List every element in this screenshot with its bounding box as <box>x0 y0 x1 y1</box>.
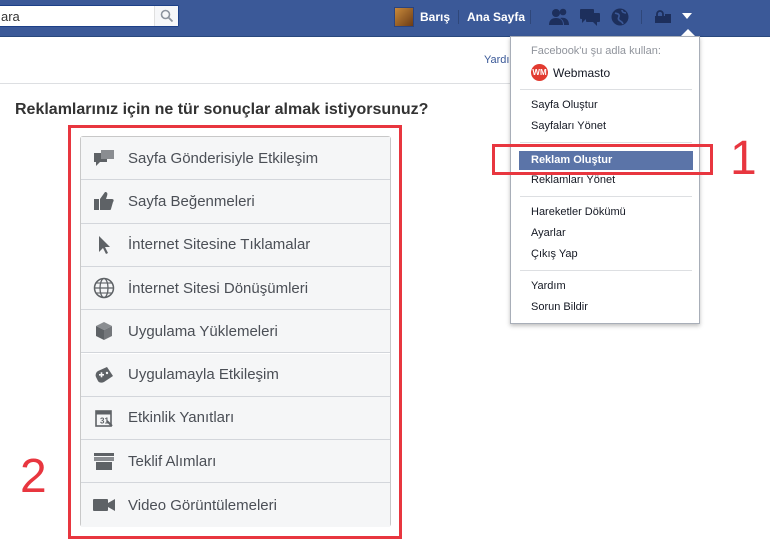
search-button[interactable] <box>154 6 178 26</box>
privacy-lock-icon[interactable] <box>654 10 672 24</box>
menu-item-help[interactable]: Yardım <box>531 280 566 292</box>
annotation-box-2 <box>68 125 402 539</box>
menu-item-log-out[interactable]: Çıkış Yap <box>531 248 578 260</box>
annotation-box-1 <box>492 144 713 175</box>
profile-name: Barış <box>420 10 451 24</box>
top-navigation-bar: ara Barış Ana Sayfa <box>0 0 770 37</box>
menu-item-create-page[interactable]: Sayfa Oluştur <box>531 99 598 111</box>
menu-divider <box>520 196 692 197</box>
page-badge-icon: WM <box>531 64 548 81</box>
menu-item-activity-log[interactable]: Hareketler Dökümü <box>531 206 626 218</box>
menu-divider <box>520 270 692 271</box>
account-dropdown-menu: Facebook'u şu adla kullan: WM Webmasto S… <box>510 36 700 324</box>
menu-item-settings[interactable]: Ayarlar <box>531 227 566 239</box>
page-title: Reklamlarınız için ne tür sonuçlar almak… <box>15 101 429 118</box>
messages-icon[interactable] <box>579 7 601 27</box>
account-caret-icon[interactable] <box>682 13 692 19</box>
page-name: Webmasto <box>553 65 611 80</box>
menu-item-manage-ads[interactable]: Reklamları Yönet <box>531 174 615 186</box>
divider <box>641 10 642 24</box>
search-input[interactable]: ara <box>0 5 179 27</box>
menu-item-manage-pages[interactable]: Sayfaları Yönet <box>531 120 606 132</box>
menu-divider <box>520 89 692 90</box>
notifications-globe-icon[interactable] <box>610 7 630 27</box>
search-icon <box>160 9 174 23</box>
menu-item-page-webmasto[interactable]: WM Webmasto <box>531 64 610 81</box>
divider <box>530 10 531 24</box>
divider <box>0 83 510 84</box>
profile-link[interactable]: Barış <box>394 6 450 28</box>
annotation-number-2: 2 <box>20 450 47 503</box>
search-input-value: ara <box>1 9 20 24</box>
home-link[interactable]: Ana Sayfa <box>467 10 525 24</box>
use-as-header: Facebook'u şu adla kullan: <box>531 45 661 57</box>
friend-requests-icon[interactable] <box>548 7 570 27</box>
annotation-number-1: 1 <box>730 132 757 185</box>
menu-item-report-problem[interactable]: Sorun Bildir <box>531 301 588 313</box>
divider <box>458 10 459 24</box>
menu-divider <box>520 142 692 143</box>
avatar <box>394 7 414 27</box>
